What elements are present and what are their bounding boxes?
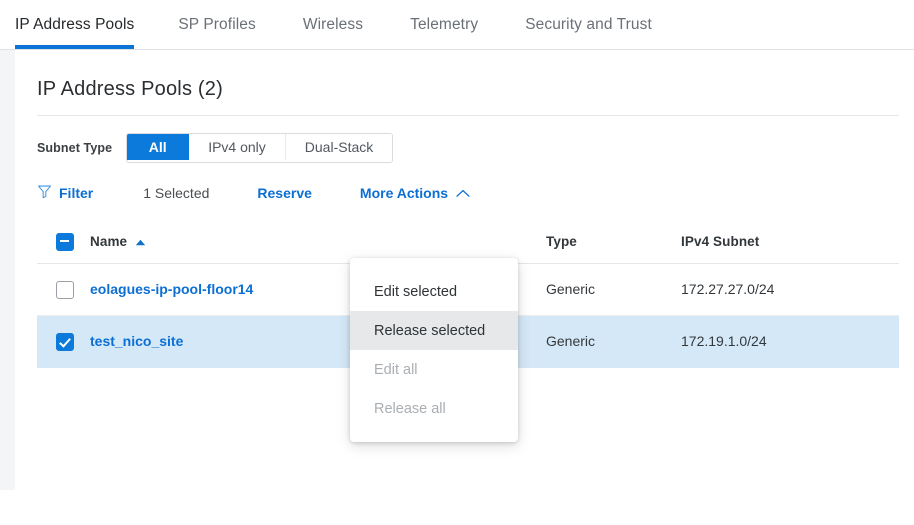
pool-type-value: Generic: [546, 333, 595, 349]
row-type-cell: Generic: [546, 281, 681, 299]
menu-item-release-all: Release all: [350, 389, 518, 428]
filter-label: Filter: [59, 185, 93, 201]
column-header-type-label: Type: [546, 234, 577, 249]
column-header-ipv4-subnet-label: IPv4 Subnet: [681, 234, 759, 249]
chevron-up-icon: [456, 185, 470, 201]
segment-label: All: [149, 139, 167, 155]
pool-subnet-value: 172.19.1.0/24: [681, 333, 767, 349]
pool-name-link[interactable]: test_nico_site: [90, 333, 183, 349]
tab-list: IP Address Pools SP Profiles Wireless Te…: [15, 0, 669, 49]
tab-label: IP Address Pools: [15, 16, 134, 34]
more-actions-menu: Edit selected Release selected Edit all …: [350, 258, 518, 442]
tab-label: SP Profiles: [178, 16, 256, 34]
tab-wireless[interactable]: Wireless: [286, 0, 380, 49]
pool-name-link[interactable]: eolagues-ip-pool-floor14: [90, 281, 253, 297]
subnet-type-label: Subnet Type: [37, 141, 112, 155]
row-checkbox[interactable]: [56, 281, 74, 299]
select-all-checkbox[interactable]: [56, 233, 74, 251]
subnet-type-option-all[interactable]: All: [127, 134, 189, 160]
row-checkbox[interactable]: [56, 333, 74, 351]
select-all-cell: [37, 233, 90, 251]
left-rail: [0, 50, 15, 490]
more-actions-label: More Actions: [360, 185, 448, 201]
tab-sp-profiles[interactable]: SP Profiles: [161, 0, 273, 49]
column-header-name-label: Name: [90, 234, 146, 249]
menu-item-label: Release all: [374, 401, 446, 417]
subnet-type-filter: Subnet Type All IPv4 only Dual-Stack: [37, 133, 393, 163]
menu-item-release-selected[interactable]: Release selected: [350, 311, 518, 350]
menu-item-label: Edit all: [374, 362, 418, 378]
row-select-cell: [37, 333, 90, 351]
tab-ip-address-pools[interactable]: IP Address Pools: [15, 0, 148, 49]
segment-label: Dual-Stack: [305, 139, 373, 155]
segment-label: IPv4 only: [208, 139, 266, 155]
subnet-type-option-ipv4-only[interactable]: IPv4 only: [189, 134, 286, 160]
subnet-type-button-group: All IPv4 only Dual-Stack: [126, 133, 393, 163]
tab-label: Telemetry: [410, 16, 478, 34]
table-toolbar: Filter 1 Selected Reserve More Actions: [37, 181, 470, 205]
title-divider: [37, 115, 899, 116]
row-subnet-cell: 172.19.1.0/24: [681, 333, 899, 351]
pool-subnet-value: 172.27.27.0/24: [681, 281, 774, 297]
tab-label: Wireless: [303, 16, 363, 34]
reserve-button[interactable]: Reserve: [257, 185, 312, 201]
more-actions-button[interactable]: More Actions: [360, 185, 470, 201]
tab-security-and-trust[interactable]: Security and Trust: [508, 0, 669, 49]
subnet-type-option-dual-stack[interactable]: Dual-Stack: [286, 134, 392, 160]
column-header-ipv4-subnet[interactable]: IPv4 Subnet: [681, 233, 899, 251]
row-subnet-cell: 172.27.27.0/24: [681, 281, 899, 299]
reserve-label: Reserve: [257, 185, 312, 201]
column-header-name[interactable]: Name: [90, 233, 546, 251]
top-tab-bar: IP Address Pools SP Profiles Wireless Te…: [0, 0, 914, 50]
tab-label: Security and Trust: [525, 16, 652, 34]
header-label-text: Name: [90, 234, 127, 249]
menu-item-edit-all: Edit all: [350, 350, 518, 389]
menu-item-edit-selected[interactable]: Edit selected: [350, 272, 518, 311]
page-title: IP Address Pools (2): [37, 78, 223, 101]
menu-item-label: Edit selected: [374, 284, 457, 300]
funnel-icon: [37, 184, 52, 202]
caret-up-icon: [135, 234, 146, 249]
row-select-cell: [37, 281, 90, 299]
tab-telemetry[interactable]: Telemetry: [393, 0, 495, 49]
menu-item-label: Release selected: [374, 323, 485, 339]
selected-count: 1 Selected: [143, 185, 209, 201]
column-header-type[interactable]: Type: [546, 233, 681, 251]
pool-type-value: Generic: [546, 281, 595, 297]
row-type-cell: Generic: [546, 333, 681, 351]
filter-button[interactable]: Filter: [37, 184, 93, 202]
